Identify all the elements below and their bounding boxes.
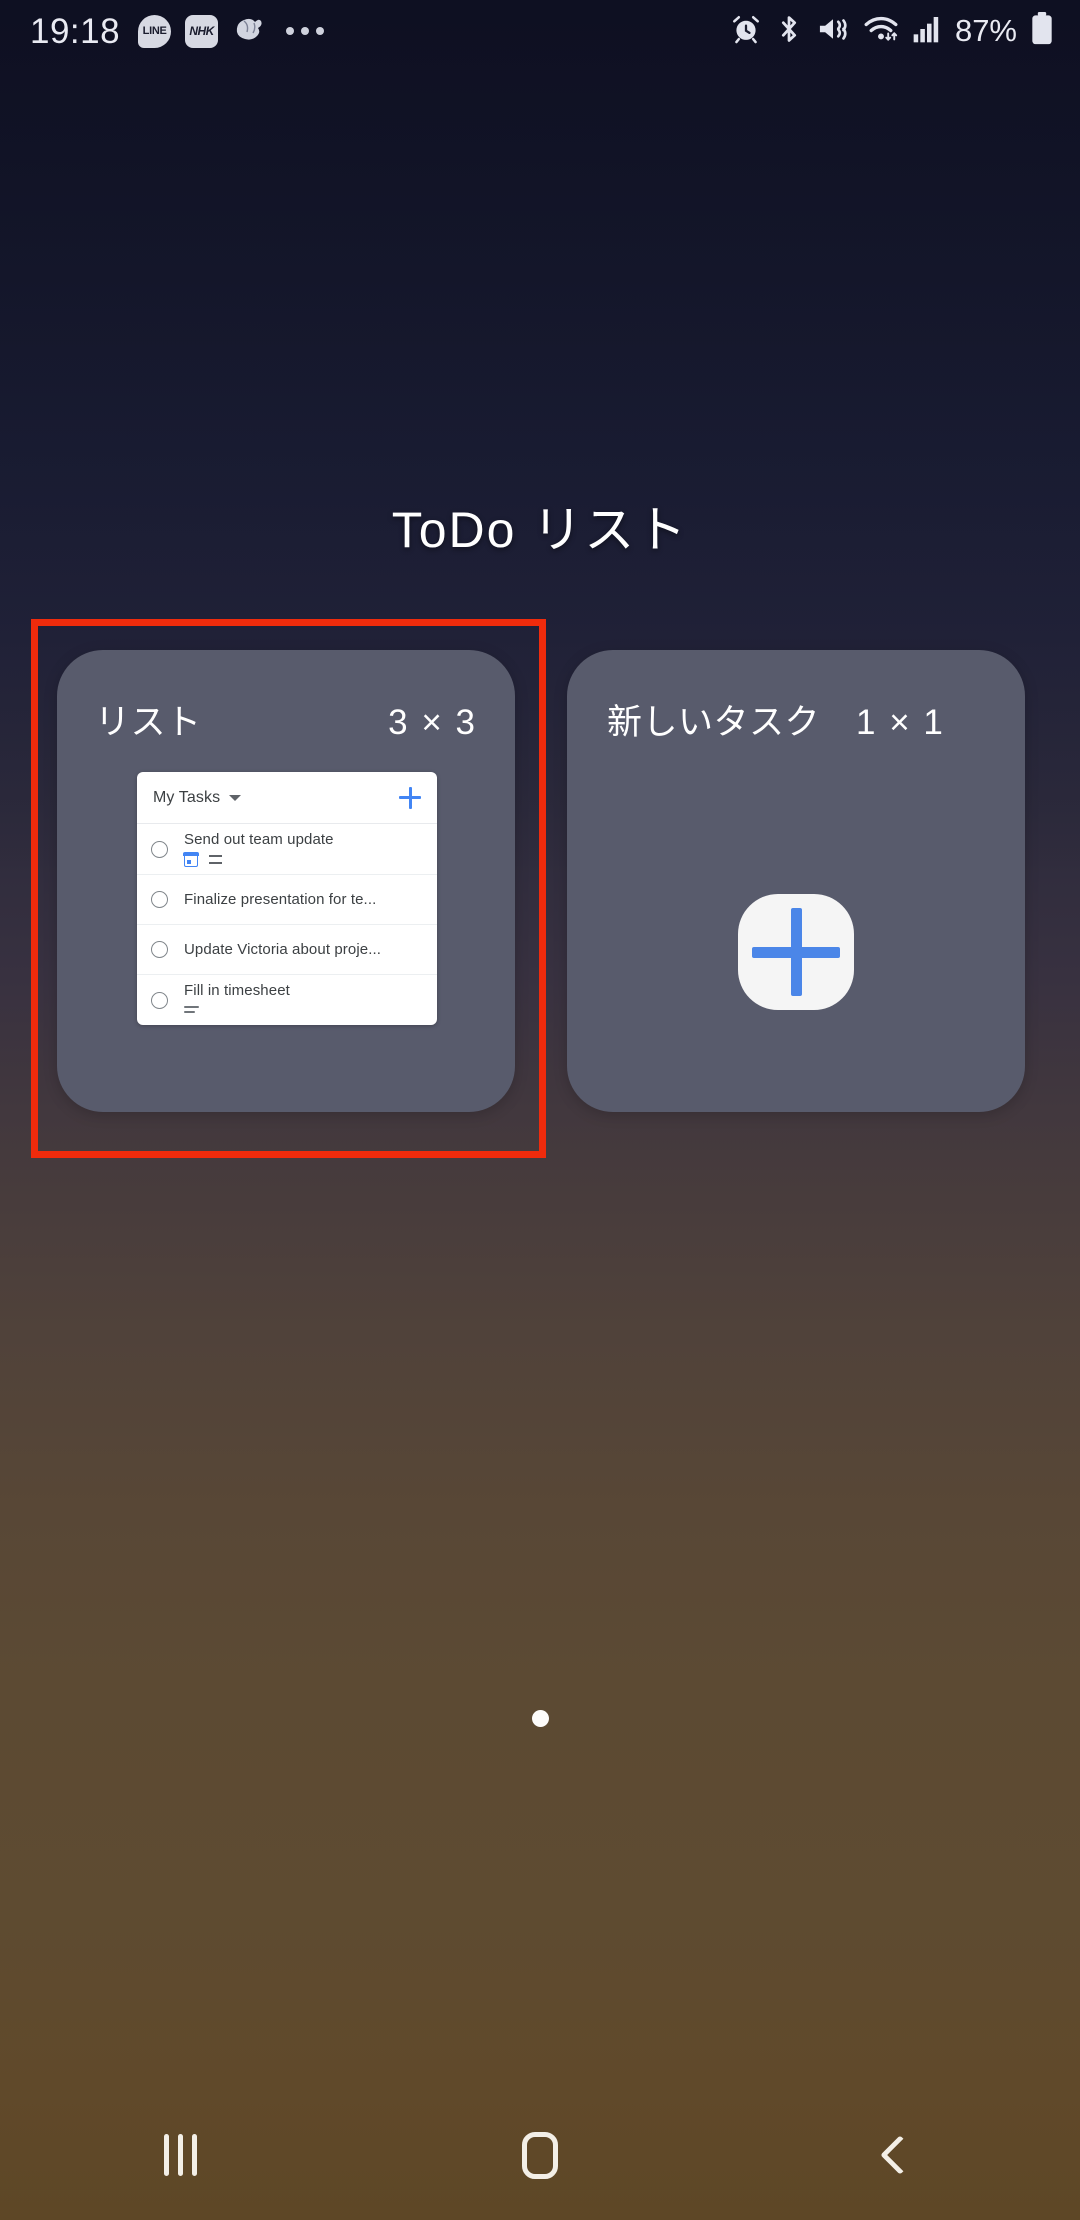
task-row[interactable]: Finalize presentation for te... [137, 875, 437, 925]
repeat-icon [208, 853, 223, 866]
task-row[interactable]: Fill in timesheet [137, 975, 437, 1025]
task-body: Update Victoria about proje... [184, 941, 425, 959]
tasks-list-selector-label[interactable]: My Tasks [153, 789, 220, 807]
status-bar-left: 19:18 [30, 11, 325, 51]
add-task-button[interactable] [397, 785, 423, 811]
cellular-signal-icon [912, 13, 942, 50]
wifi-icon [863, 13, 899, 50]
task-body: Finalize presentation for te... [184, 891, 425, 909]
widget-list-name: リスト [95, 703, 202, 742]
task-title: Fill in timesheet [184, 982, 290, 999]
widget-new-task-header: 新しいタスク 1 × 1 [567, 694, 1025, 745]
task-title: Finalize presentation for te... [184, 890, 377, 908]
task-row[interactable]: Update Victoria about proje... [137, 925, 437, 975]
task-title: Send out team update [184, 831, 334, 848]
back-button[interactable] [720, 2090, 1080, 2220]
task-meta [184, 1003, 425, 1018]
app-icon [232, 12, 265, 50]
recents-button[interactable] [0, 2090, 360, 2220]
status-bar: 19:18 LINE NHK 87% [0, 0, 1080, 62]
status-bar-right: 87% [730, 11, 1054, 51]
recents-icon [163, 2134, 197, 2176]
widget-picker-row: リスト 3 × 3 My Tasks Send out team update [57, 650, 1025, 1112]
nhk-app-icon [185, 14, 219, 48]
add-task-plus-icon [738, 894, 854, 1010]
widget-new-task-size: 1 × 1 [856, 703, 945, 742]
more-notifications-icon [286, 27, 325, 35]
task-row[interactable]: Send out team update [137, 824, 437, 875]
widget-list-size: 3 × 3 [388, 703, 477, 742]
calendar-icon [183, 851, 199, 867]
bluetooth-icon [775, 13, 803, 50]
widget-new-task-name: 新しいタスク [607, 703, 821, 742]
battery-icon [1030, 11, 1054, 51]
widget-card-list[interactable]: リスト 3 × 3 My Tasks Send out team update [57, 650, 515, 1112]
task-checkbox[interactable] [151, 891, 168, 908]
alarm-icon [730, 13, 762, 50]
task-title: Update Victoria about proje... [184, 940, 382, 958]
navigation-bar [0, 2090, 1080, 2220]
widget-card-new-task[interactable]: 新しいタスク 1 × 1 [567, 650, 1025, 1112]
task-meta [183, 851, 425, 867]
task-checkbox[interactable] [151, 941, 168, 958]
task-body: Send out team update [183, 831, 425, 867]
back-icon [880, 2135, 920, 2175]
mute-vibrate-icon [816, 13, 850, 50]
page-indicator[interactable] [0, 1710, 1080, 1727]
home-button[interactable] [360, 2090, 720, 2220]
battery-percent-label: 87% [954, 13, 1017, 48]
chevron-down-icon[interactable] [229, 794, 242, 801]
line-app-icon [138, 14, 172, 48]
page-dot-active[interactable] [531, 1710, 549, 1727]
home-icon [522, 2131, 558, 2179]
page-title: ToDo リスト [391, 502, 689, 558]
notes-icon [184, 1005, 199, 1016]
task-checkbox[interactable] [151, 991, 168, 1009]
tasks-preview-header: My Tasks [137, 772, 437, 824]
tasks-widget-preview[interactable]: My Tasks Send out team update Finalize p… [137, 772, 437, 1025]
widget-list-header: リスト 3 × 3 [57, 694, 515, 745]
status-clock: 19:18 [30, 11, 121, 51]
task-checkbox[interactable] [151, 840, 168, 858]
task-body: Fill in timesheet [184, 982, 425, 1018]
